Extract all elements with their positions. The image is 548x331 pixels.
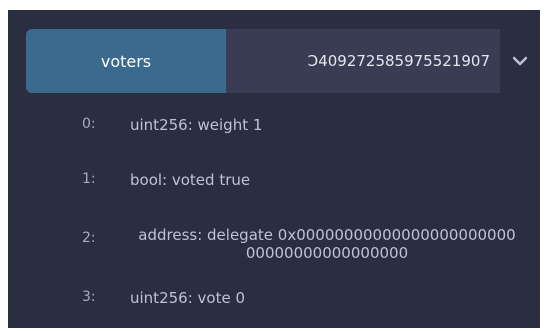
result-index: 3: [82, 289, 96, 305]
result-value: address: delegate 0x00000000000000000000… [138, 226, 516, 262]
result-value: uint256: weight 1 [130, 116, 263, 134]
function-call-row: voters [26, 29, 540, 93]
function-panel: voters 0: uint256: weight 1 1: bool: vot… [8, 10, 540, 328]
result-index: 2: [82, 230, 96, 246]
result-index: 0: [82, 116, 96, 132]
result-value: bool: voted true [130, 171, 251, 189]
result-index: 1: [82, 171, 96, 187]
voters-button[interactable]: voters [26, 29, 226, 93]
chevron-down-icon[interactable] [506, 47, 534, 75]
function-argument-input[interactable] [226, 29, 500, 93]
result-value: uint256: vote 0 [130, 289, 245, 307]
